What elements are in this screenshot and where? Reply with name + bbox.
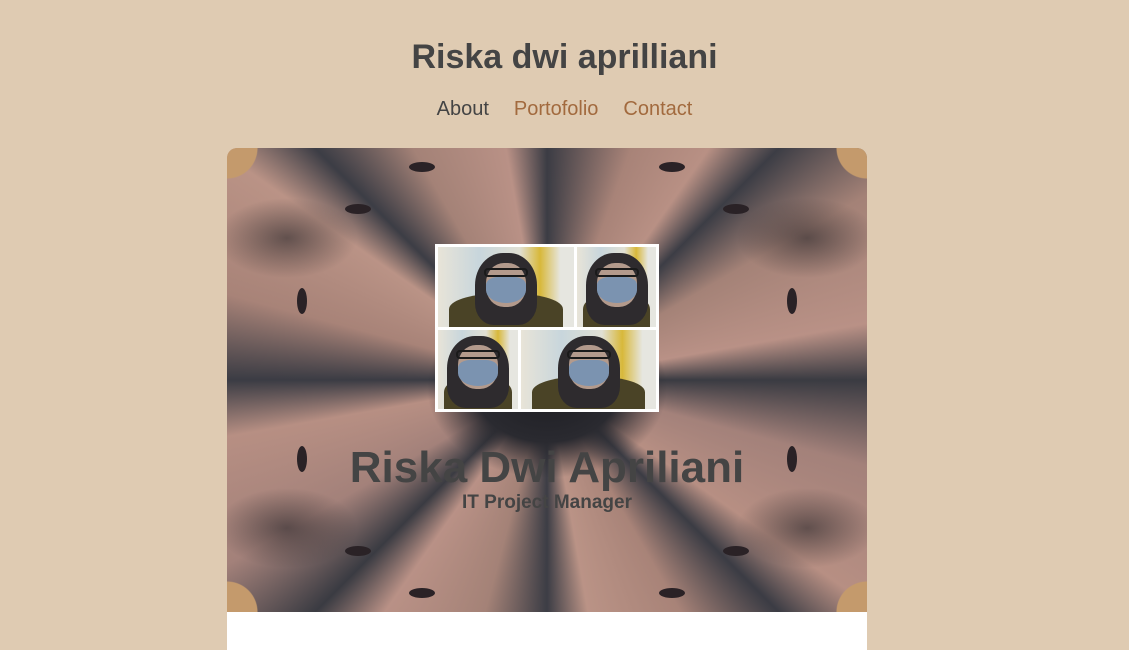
banner-eye [409,588,435,598]
banner-eye [345,546,371,556]
hero-text: Riska Dwi Apriliani IT Project Manager [227,444,867,514]
banner-eye [723,546,749,556]
nav-link-portofolio[interactable]: Portofolio [514,98,599,121]
nav-link-about[interactable]: About [437,98,489,121]
hero-banner: Riska Dwi Apriliani IT Project Manager [227,148,867,612]
profile-card: Riska Dwi Apriliani IT Project Manager [227,148,867,650]
banner-eye [409,162,435,172]
profile-photo [521,329,656,409]
hero-role: IT Project Manager [462,492,632,513]
banner-eye [723,204,749,214]
nav-link-contact[interactable]: Contact [623,98,692,121]
profile-photo [577,247,656,327]
profile-photo-collage [435,244,659,412]
profile-photo [438,329,518,409]
banner-eye [659,588,685,598]
banner-eye [297,288,307,314]
hero-name: Riska Dwi Apriliani [349,443,745,492]
main-nav: About Portofolio Contact [0,98,1129,121]
banner-eye [787,288,797,314]
profile-photo [438,247,574,327]
site-title: Riska dwi aprilliani [411,38,718,76]
site-header: Riska dwi aprilliani About Portofolio Co… [0,0,1129,121]
banner-eye [659,162,685,172]
banner-eye [345,204,371,214]
